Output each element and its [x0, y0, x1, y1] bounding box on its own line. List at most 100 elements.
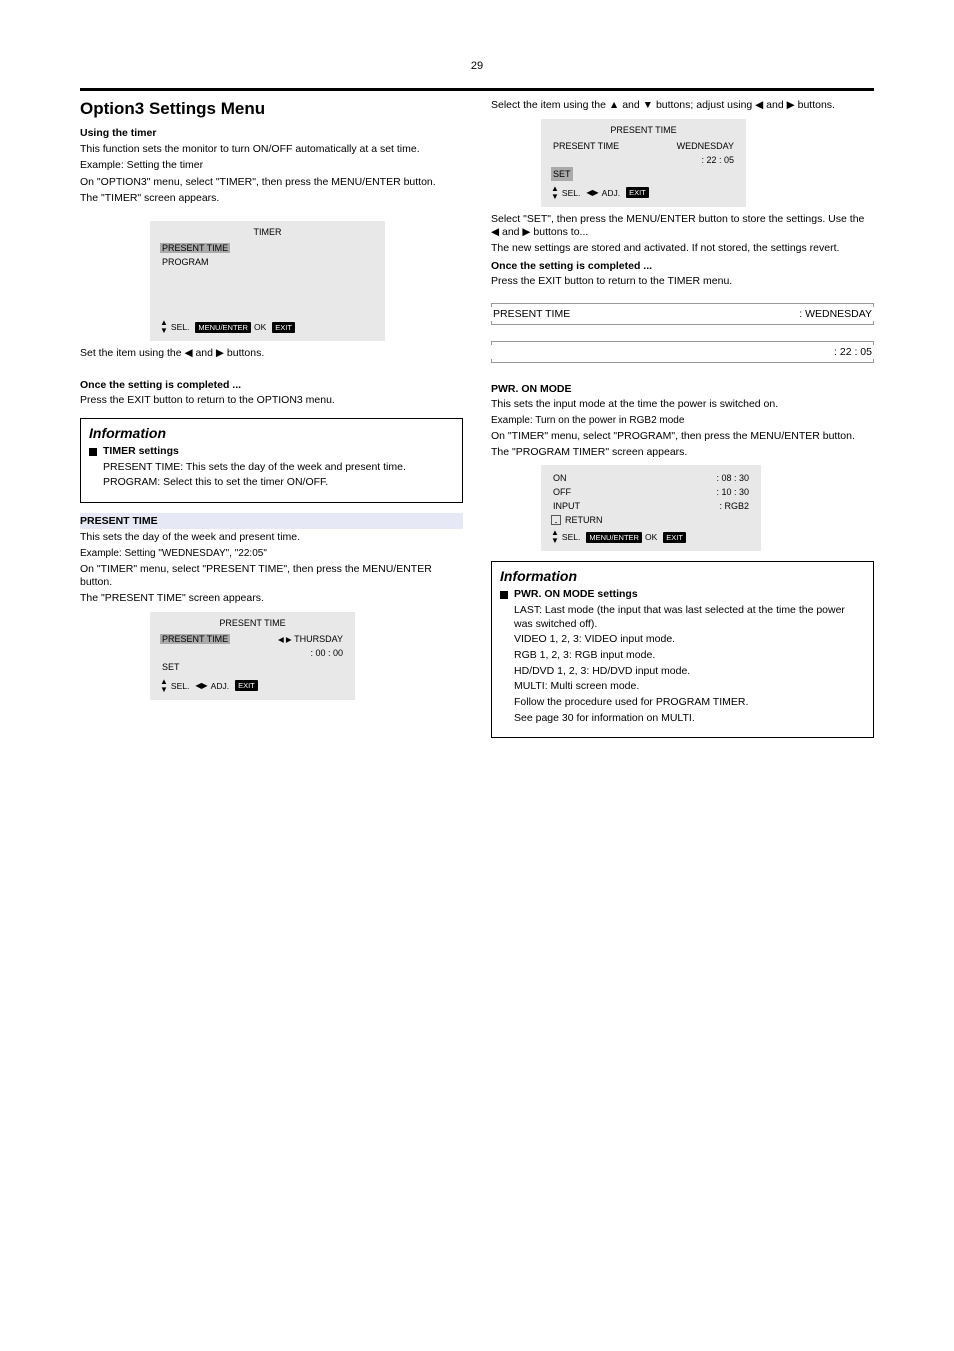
osd-label: PRESENT TIME	[551, 141, 619, 151]
osd-title: PRESENT TIME	[551, 125, 736, 135]
return-icon	[551, 515, 561, 525]
info-item: TIMER settings PRESENT TIME: This sets t…	[89, 445, 454, 490]
setting-bracket-icon	[491, 359, 874, 363]
example-line: Example: Setting "WEDNESDAY", "22:05"	[80, 547, 463, 560]
timer-subhead: Using the timer	[80, 127, 463, 141]
info-line: LAST: Last mode (the input that was last…	[514, 604, 865, 631]
top-rule	[80, 88, 874, 91]
osd-row-selected: PRESENT TIME	[160, 241, 375, 255]
setting-bracket-icon	[491, 321, 874, 325]
info-line: Follow the procedure used for PROGRAM TI…	[514, 696, 865, 710]
right-column: Select the item using the ▲ and ▼ button…	[491, 99, 874, 738]
osd-label: PRESENT TIME	[160, 634, 230, 644]
info-line: VIDEO 1, 2, 3: VIDEO input mode.	[514, 633, 865, 647]
osd-row: OFF : 10 : 30	[551, 485, 751, 499]
updown-icon: ▲▼	[551, 529, 559, 545]
osd-value: : 10 : 30	[716, 487, 751, 497]
info-line: PRESENT TIME: This sets the day of the w…	[103, 461, 406, 475]
setting-line: : 22 : 05	[491, 345, 874, 359]
info-title: Information	[500, 568, 865, 584]
osd-row-selected: SET	[551, 167, 736, 181]
osd-value: : RGB2	[719, 501, 751, 511]
updown-icon: ▲▼	[551, 185, 559, 201]
menu-enter-btn-icon: MENU/ENTER	[195, 322, 251, 333]
osd-row: SET	[160, 660, 345, 674]
osd-hint-ok: OK	[254, 322, 266, 332]
osd-hint-sel: SEL.	[562, 532, 580, 542]
step-text: The "TIMER" screen appears.	[80, 192, 463, 206]
section-title: Option3 Settings Menu	[80, 99, 463, 119]
exit-btn-icon: EXIT	[235, 680, 258, 691]
page-number: 29	[80, 60, 874, 72]
osd-row: : 00 : 00	[160, 646, 345, 660]
osd-label: PRESENT TIME	[160, 243, 230, 253]
pwm-body: This sets the input mode at the time the…	[491, 398, 874, 412]
osd-value: ◀ ▶ THURSDAY	[278, 634, 345, 644]
exit-btn-icon: EXIT	[272, 322, 295, 333]
updown-icon: ▲▼	[160, 678, 168, 694]
osd-label: PROGRAM	[160, 257, 209, 267]
osd-label: OFF	[551, 487, 571, 497]
exit-btn-icon: EXIT	[663, 532, 686, 543]
info-line: HD/DVD 1, 2, 3: HD/DVD input mode.	[514, 665, 865, 679]
timer-body: This function sets the monitor to turn O…	[80, 143, 463, 157]
square-bullet-icon	[500, 591, 508, 599]
osd-hint-adj: ADJ.	[602, 188, 620, 198]
setting-value: : 22 : 05	[834, 346, 872, 358]
osd-hint-sel: SEL.	[562, 188, 580, 198]
osd-value: : 22 : 05	[701, 155, 736, 165]
info-line: PROGRAM: Select this to set the timer ON…	[103, 476, 406, 490]
step-text: On "TIMER" menu, select "PRESENT TIME", …	[80, 563, 463, 590]
osd-hint-row: ▲▼SEL. MENU/ENTEROK EXIT	[551, 529, 751, 545]
osd-title: TIMER	[160, 227, 375, 237]
after-step-body: Press the EXIT button to return to the O…	[80, 394, 463, 408]
osd-present-time-set: PRESENT TIME PRESENT TIME WEDNESDAY : 22…	[541, 119, 746, 207]
osd-row: PRESENT TIME WEDNESDAY	[551, 139, 736, 153]
info-line: See page 30 for information on MULTI.	[514, 712, 865, 726]
left-column: Option3 Settings Menu Using the timer Th…	[80, 99, 463, 738]
osd-hint-row: ▲▼SEL. MENU/ENTEROK EXIT	[160, 319, 375, 335]
menu-enter-btn-icon: MENU/ENTER	[586, 532, 642, 543]
manual-page: 29 Option3 Settings Menu Using the timer…	[0, 0, 954, 1351]
two-column-layout: Option3 Settings Menu Using the timer Th…	[80, 99, 874, 738]
osd-present-time-menu: PRESENT TIME PRESENT TIME ◀ ▶ THURSDAY :…	[150, 612, 355, 700]
osd-label: INPUT	[551, 501, 580, 511]
present-time-body: This sets the day of the week and presen…	[80, 531, 463, 545]
osd-hint-sel: SEL.	[171, 681, 189, 691]
info-heading: PWR. ON MODE settings	[514, 588, 865, 602]
step-text: The "PRESENT TIME" screen appears.	[80, 592, 463, 606]
osd-program-timer: ON : 08 : 30 OFF : 10 : 30 INPUT : RGB2 …	[541, 465, 761, 551]
osd-hint-sel: SEL.	[171, 322, 189, 332]
osd-label: SET	[160, 662, 180, 672]
setting-value: : WEDNESDAY	[799, 308, 872, 320]
osd-row: PROGRAM	[160, 255, 375, 269]
pwm-head: PWR. ON MODE	[491, 383, 874, 397]
square-bullet-icon	[89, 448, 97, 456]
step-text: The "PROGRAM TIMER" screen appears.	[491, 446, 874, 460]
info-line: MULTI: Multi screen mode.	[514, 680, 865, 694]
after-step-head: Once the setting is completed ...	[491, 260, 874, 274]
osd-row: INPUT : RGB2	[551, 499, 751, 513]
info-item: PWR. ON MODE settings LAST: Last mode (t…	[500, 588, 865, 725]
osd-row: : 22 : 05	[551, 153, 736, 167]
osd-timer-menu: TIMER PRESENT TIME PROGRAM ▲▼SEL. MENU/E…	[150, 221, 385, 341]
step-text: On "TIMER" menu, select "PROGRAM", then …	[491, 430, 874, 444]
osd-value: : 00 : 00	[310, 648, 345, 658]
leftright-icon: ◀▶	[586, 189, 598, 197]
osd-value: : 08 : 30	[716, 473, 751, 483]
osd-value: WEDNESDAY	[677, 141, 736, 151]
set-note: Select "SET", then press the MENU/ENTER …	[491, 213, 874, 240]
osd-hint-row: ▲▼SEL. ◀▶ ADJ. EXIT	[160, 678, 345, 694]
osd-return-row: RETURN	[551, 515, 751, 525]
after-step-body: Press the EXIT button to return to the T…	[491, 275, 874, 289]
osd-title: PRESENT TIME	[160, 618, 345, 628]
leftright-icon: ◀▶	[195, 682, 207, 690]
example-line: Example: Setting the timer	[80, 159, 463, 173]
setting-label: PRESENT TIME	[493, 308, 570, 320]
osd-label: SET	[551, 167, 573, 181]
step-text: Set the item using the ◀ and ▶ buttons.	[80, 347, 463, 361]
osd-hint-adj: ADJ.	[211, 681, 229, 691]
set-note: The new settings are stored and activate…	[491, 242, 874, 256]
osd-hint-row: ▲▼SEL. ◀▶ADJ. EXIT	[551, 185, 736, 201]
step-text: On "OPTION3" menu, select "TIMER", then …	[80, 176, 463, 190]
